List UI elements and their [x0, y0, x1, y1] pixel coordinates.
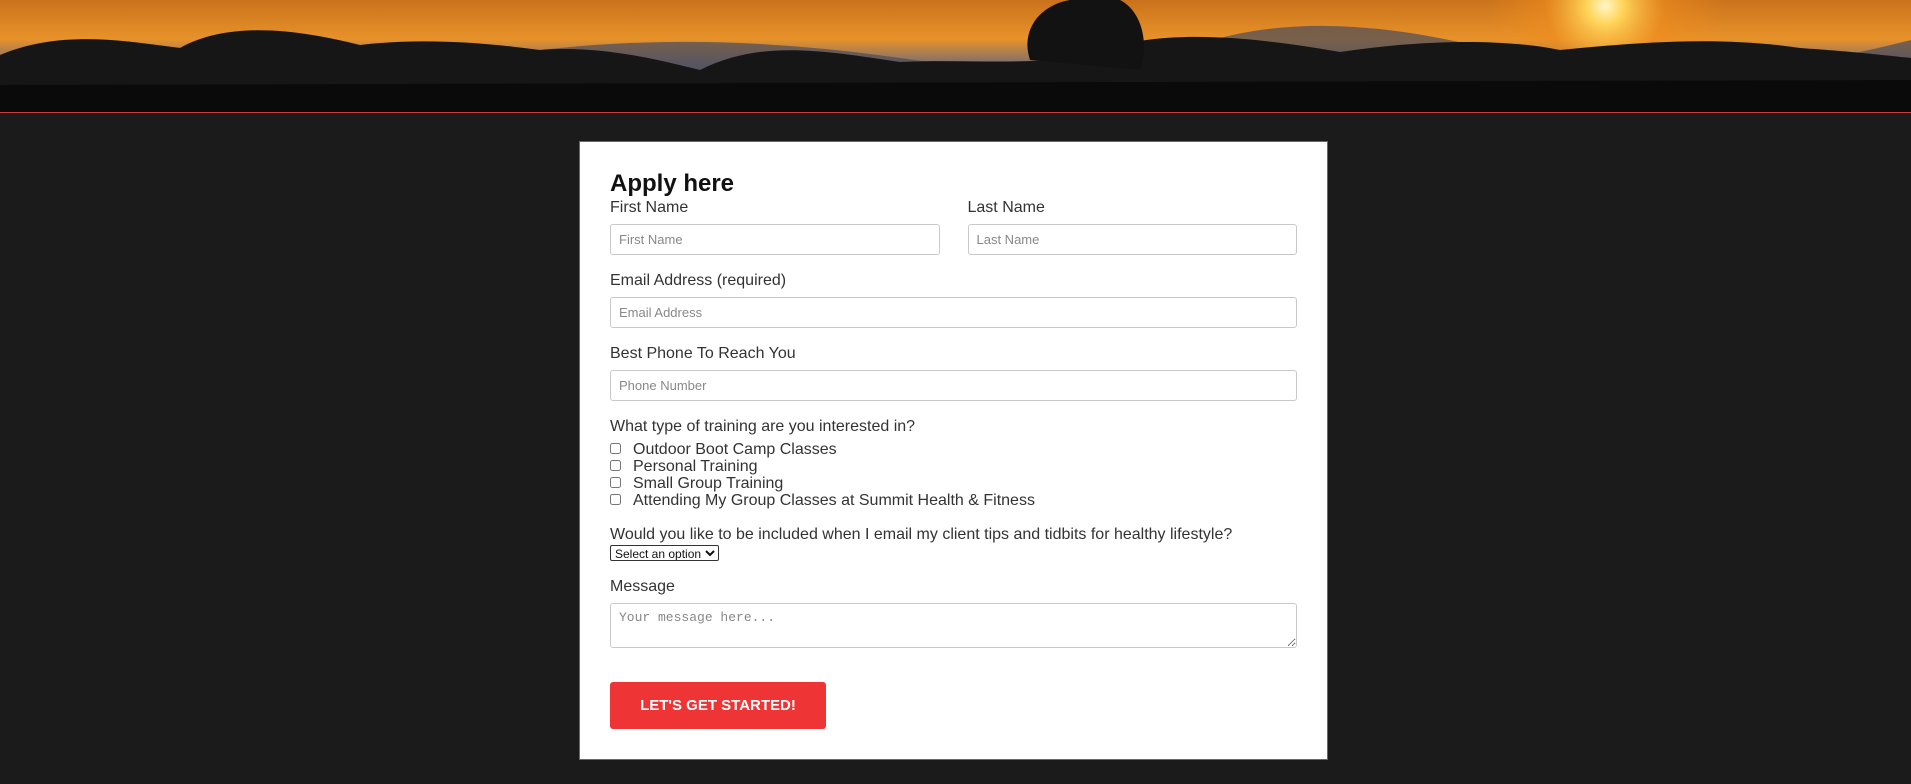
- training-option-personal: Personal Training: [610, 458, 1297, 475]
- name-row: First Name Last Name: [610, 198, 1297, 255]
- training-option-boot-camp: Outdoor Boot Camp Classes: [610, 441, 1297, 458]
- personal-training-label: Personal Training: [633, 457, 758, 475]
- last-name-label: Last Name: [967, 199, 1045, 216]
- last-name-input[interactable]: [967, 224, 1297, 255]
- boot-camp-checkbox[interactable]: [610, 442, 621, 454]
- last-name-group: Last Name: [967, 198, 1297, 255]
- mountain-sunset-image: [0, 0, 1911, 112]
- form-title: Apply here: [610, 170, 735, 197]
- first-name-group: First Name: [610, 198, 940, 255]
- email-group: Email Address (required): [610, 271, 1297, 328]
- training-option-group-classes: Attending My Group Classes at Summit Hea…: [610, 492, 1297, 509]
- small-group-checkbox[interactable]: [610, 476, 621, 488]
- training-question: What type of training are you interested…: [610, 418, 916, 435]
- email-label: Email Address (required): [610, 272, 787, 289]
- small-group-label: Small Group Training: [633, 474, 784, 492]
- group-classes-checkbox[interactable]: [610, 493, 621, 505]
- training-option-small-group: Small Group Training: [610, 475, 1297, 492]
- group-classes-label: Attending My Group Classes at Summit Hea…: [633, 491, 1035, 509]
- message-label: Message: [610, 578, 675, 595]
- newsletter-select[interactable]: Select an option: [610, 545, 719, 561]
- first-name-label: First Name: [610, 199, 689, 216]
- phone-input[interactable]: [610, 370, 1297, 401]
- personal-training-checkbox[interactable]: [610, 459, 621, 471]
- application-form: Apply here First Name Last Name Email Ad…: [579, 141, 1328, 760]
- phone-label: Best Phone To Reach You: [610, 345, 796, 362]
- newsletter-question: Would you like to be included when I ema…: [610, 526, 1233, 543]
- training-group: What type of training are you interested…: [610, 417, 1297, 509]
- email-input[interactable]: [610, 297, 1297, 328]
- message-textarea[interactable]: [610, 603, 1297, 648]
- message-group: Message: [610, 577, 1297, 648]
- boot-camp-label: Outdoor Boot Camp Classes: [633, 440, 837, 458]
- training-options: Outdoor Boot Camp Classes Personal Train…: [610, 441, 1297, 509]
- submit-button[interactable]: LET'S GET STARTED!: [610, 682, 826, 729]
- phone-group: Best Phone To Reach You: [610, 344, 1297, 401]
- newsletter-group: Would you like to be included when I ema…: [610, 525, 1297, 563]
- first-name-input[interactable]: [610, 224, 940, 255]
- hero-banner: [0, 0, 1911, 113]
